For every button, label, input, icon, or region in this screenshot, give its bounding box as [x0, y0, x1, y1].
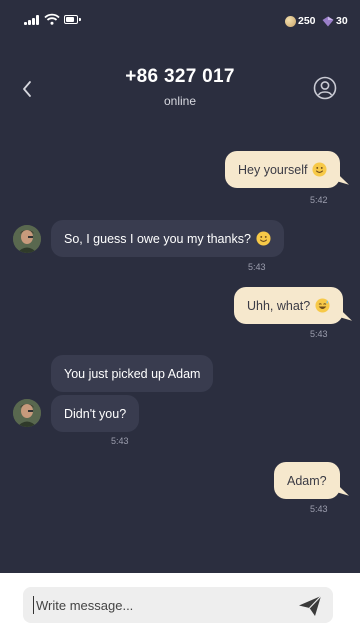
message-timestamp: 5:43: [310, 504, 328, 514]
message-text: So, I guess I owe you my thanks?: [64, 231, 251, 246]
message-composer: [0, 573, 360, 640]
coins-counter: 250: [285, 14, 316, 28]
message-text: Hey yourself: [238, 162, 308, 177]
contact-name: +86 327 017: [125, 66, 235, 87]
signal-icon: [24, 15, 40, 25]
contact-avatar[interactable]: [13, 399, 41, 427]
profile-icon[interactable]: [313, 76, 337, 100]
gems-counter: 30: [322, 14, 348, 28]
message-text: You just picked up Adam: [64, 366, 201, 381]
slightly-smiling-face-icon: [256, 231, 271, 246]
message-bubble-outgoing[interactable]: Uhh, what?: [234, 287, 344, 324]
contact-status: online: [163, 94, 197, 108]
message-timestamp: 5:42: [310, 195, 328, 205]
chat-header: +86 327 017 online: [0, 60, 360, 120]
message-bubble-outgoing[interactable]: Hey yourself: [225, 151, 341, 188]
send-icon[interactable]: [298, 595, 322, 617]
gem-icon: [322, 16, 334, 26]
gems-value: 30: [336, 15, 348, 27]
wifi-icon: [44, 13, 60, 25]
message-field[interactable]: [23, 587, 333, 623]
message-timestamp: 5:43: [111, 436, 129, 446]
message-timestamp: 5:43: [248, 262, 266, 272]
message-bubble-incoming[interactable]: So, I guess I owe you my thanks?: [51, 220, 284, 257]
battery-icon: [64, 15, 81, 24]
message-text: Uhh, what?: [247, 298, 311, 313]
message-text: Didn't you?: [64, 406, 127, 421]
message-text: Adam?: [287, 473, 327, 488]
coin-icon: [285, 15, 296, 27]
message-bubble-incoming[interactable]: You just picked up Adam: [51, 355, 214, 392]
avatar-image: [13, 225, 41, 253]
message-bubble-outgoing[interactable]: Adam?: [274, 462, 340, 499]
status-bar: 250 30: [0, 0, 360, 40]
avatar-image: [13, 399, 41, 427]
message-input[interactable]: [33, 596, 293, 614]
grinning-sweat-face-icon: [315, 298, 330, 313]
message-bubble-incoming[interactable]: Didn't you?: [51, 395, 140, 432]
message-timestamp: 5:43: [310, 329, 328, 339]
coins-value: 250: [298, 15, 316, 27]
contact-avatar[interactable]: [13, 225, 41, 253]
slightly-smiling-face-icon: [312, 162, 328, 177]
